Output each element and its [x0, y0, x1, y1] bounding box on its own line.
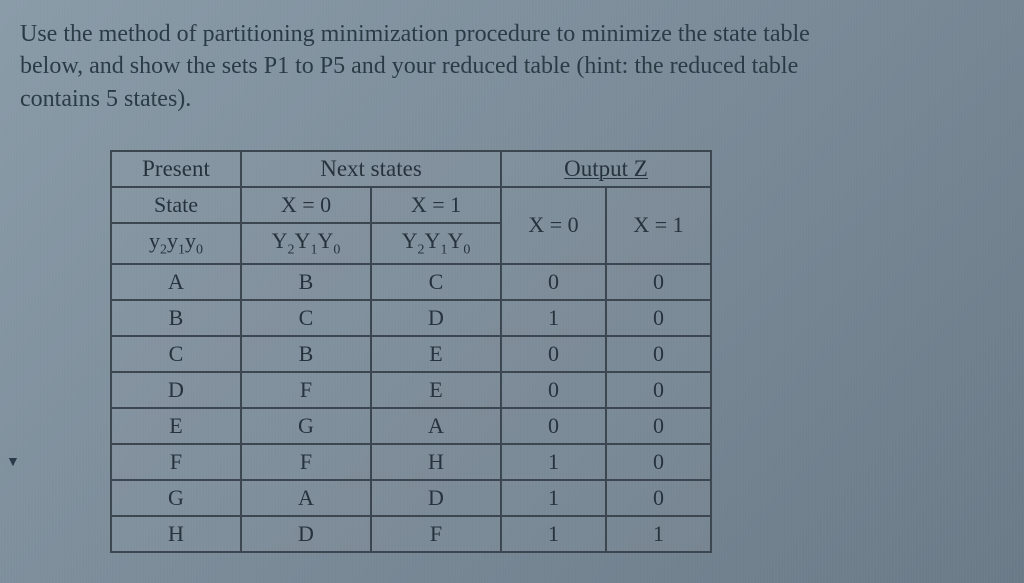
state-table-container: Present Next states Output Z State X = 0… [110, 150, 1004, 552]
cell-z0: 1 [501, 480, 606, 516]
cell-z1: 0 [606, 408, 711, 444]
cell-z0: 0 [501, 336, 606, 372]
header-out-x1: X = 1 [606, 187, 711, 263]
header-present-sub: y2y1y0 [111, 223, 241, 263]
cell-state: F [111, 444, 241, 480]
table-row: C B E 0 0 [111, 336, 711, 372]
header-next-sub0: Y2Y1Y0 [241, 223, 371, 263]
cell-nx0: D [241, 516, 371, 552]
question-line2: below, and show the sets P1 to P5 and yo… [20, 53, 798, 79]
cell-z0: 0 [501, 408, 606, 444]
header-output-top: Output Z [501, 151, 711, 187]
cell-nx1: A [371, 408, 501, 444]
cell-nx0: G [241, 408, 371, 444]
cell-nx1: D [371, 300, 501, 336]
table-row: B C D 1 0 [111, 300, 711, 336]
cell-nx0: F [241, 372, 371, 408]
question-text: Use the method of partitioning minimizat… [20, 18, 1004, 115]
cell-z0: 0 [501, 372, 606, 408]
cell-nx0: F [241, 444, 371, 480]
cell-z1: 0 [606, 372, 711, 408]
cell-nx1: E [371, 336, 501, 372]
cell-z1: 0 [606, 444, 711, 480]
header-next-top: Next states [241, 151, 501, 187]
cell-z1: 0 [606, 480, 711, 516]
cell-state: G [111, 480, 241, 516]
cell-z1: 0 [606, 264, 711, 300]
header-next-x0: X = 0 [241, 187, 371, 223]
header-present-top: Present [111, 151, 241, 187]
question-line1: Use the method of partitioning minimizat… [20, 21, 810, 47]
cell-z0: 1 [501, 444, 606, 480]
cell-nx0: C [241, 300, 371, 336]
header-next-sub1: Y2Y1Y0 [371, 223, 501, 263]
table-row: G A D 1 0 [111, 480, 711, 516]
table-row: D F E 0 0 [111, 372, 711, 408]
cell-nx1: E [371, 372, 501, 408]
state-table: Present Next states Output Z State X = 0… [110, 150, 712, 552]
header-out-x0: X = 0 [501, 187, 606, 263]
header-present-mid: State [111, 187, 241, 223]
question-line3: contains 5 states). [20, 86, 191, 112]
cell-z0: 1 [501, 300, 606, 336]
cell-z1: 1 [606, 516, 711, 552]
table-row: E G A 0 0 [111, 408, 711, 444]
cell-nx0: B [241, 336, 371, 372]
cell-nx1: D [371, 480, 501, 516]
cell-state: A [111, 264, 241, 300]
cell-z1: 0 [606, 300, 711, 336]
cell-z0: 0 [501, 264, 606, 300]
nav-arrow-icon[interactable]: ▼ [6, 455, 20, 471]
cell-nx0: A [241, 480, 371, 516]
cell-nx1: C [371, 264, 501, 300]
cell-state: B [111, 300, 241, 336]
cell-nx1: F [371, 516, 501, 552]
table-row: A B C 0 0 [111, 264, 711, 300]
cell-state: E [111, 408, 241, 444]
cell-state: H [111, 516, 241, 552]
cell-z1: 0 [606, 336, 711, 372]
cell-state: C [111, 336, 241, 372]
table-row: H D F 1 1 [111, 516, 711, 552]
table-row: F F H 1 0 [111, 444, 711, 480]
cell-nx1: H [371, 444, 501, 480]
cell-state: D [111, 372, 241, 408]
cell-nx0: B [241, 264, 371, 300]
cell-z0: 1 [501, 516, 606, 552]
header-next-x1: X = 1 [371, 187, 501, 223]
